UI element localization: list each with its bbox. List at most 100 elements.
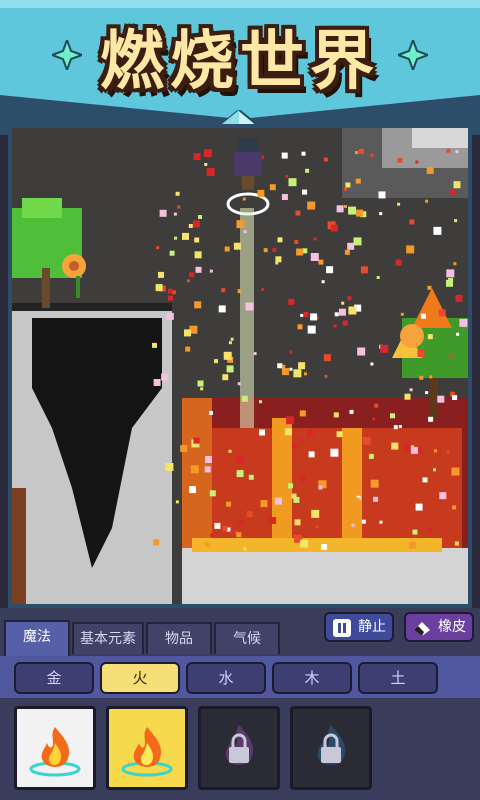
particle-pixel <box>209 269 213 273</box>
particle-pixel <box>342 320 348 326</box>
particle-pixel <box>404 393 411 400</box>
particle-pixel <box>224 246 230 252</box>
element-earth-button[interactable]: 土 <box>358 662 438 694</box>
particle-pixel <box>180 445 188 453</box>
particle-pixel <box>362 436 371 445</box>
particle-pixel <box>455 294 463 302</box>
particle-pixel <box>253 352 257 356</box>
sparkle-icon <box>52 40 82 70</box>
particle-pixel <box>261 288 264 291</box>
particle-pixel <box>194 301 202 309</box>
particle-pixel <box>222 525 228 531</box>
particle-pixel <box>333 412 339 418</box>
particle-pixel <box>228 341 232 345</box>
particle-pixel <box>159 209 167 217</box>
particle-pixel <box>330 448 339 457</box>
particle-pixel <box>190 465 199 474</box>
particle-pixel <box>446 279 453 287</box>
element-wood-button[interactable]: 木 <box>272 662 352 694</box>
particle-pixel <box>380 344 389 353</box>
particle-pixel <box>305 168 310 173</box>
particle-pixel <box>158 271 164 278</box>
particle-pixel <box>214 359 218 364</box>
item-card-fire-1[interactable] <box>14 706 96 790</box>
particle-pixel <box>293 369 302 378</box>
particle-pixel <box>417 350 425 357</box>
particle-pixel <box>301 151 306 156</box>
particle-pixel <box>427 334 433 340</box>
particle-pixel <box>402 443 411 452</box>
particle-pixel <box>200 387 204 391</box>
particle-pixel <box>285 174 289 178</box>
tab-basic-elements[interactable]: 基本元素 <box>72 622 144 654</box>
particle-pixel <box>289 350 293 354</box>
particle-pixel <box>425 199 429 203</box>
particle-pixel <box>263 248 268 253</box>
particle-pixel <box>188 224 193 228</box>
particle-pixel <box>426 166 434 174</box>
particle-pixel <box>433 468 436 472</box>
particle-pixel <box>321 544 327 550</box>
pause-button[interactable]: 静止 <box>324 612 394 642</box>
particle-pixel <box>353 237 362 246</box>
particle-pixel <box>237 520 244 527</box>
particle-pixel <box>260 500 268 508</box>
particle-pixel <box>420 313 426 319</box>
particle-pixel <box>223 351 232 360</box>
particle-pixel <box>425 391 429 395</box>
rock-cliff <box>12 303 172 604</box>
particle-pixel <box>275 256 282 263</box>
particle-pixel <box>209 490 216 497</box>
particle-pixel <box>288 178 297 187</box>
particle-pixel <box>393 425 398 430</box>
item-card-locked-2[interactable] <box>290 706 372 790</box>
particle-pixel <box>245 302 254 311</box>
particle-pixel <box>246 511 253 518</box>
particle-pixel <box>294 240 299 244</box>
particle-pixel <box>184 329 191 337</box>
particle-pixel <box>236 470 244 478</box>
fire-magic-icon <box>29 727 81 777</box>
particle-pixel <box>197 380 204 387</box>
particle-pixel <box>400 312 404 316</box>
particle-pixel <box>222 374 229 381</box>
particle-pixel <box>299 438 304 442</box>
particle-pixel <box>348 306 357 315</box>
particle-pixel <box>269 517 277 524</box>
pause-label: 静止 <box>358 619 386 635</box>
particle-pixel <box>323 157 328 162</box>
particle-pixel <box>370 479 379 488</box>
particle-pixel <box>298 362 306 370</box>
particle-pixel <box>175 500 179 504</box>
particle-pixel <box>345 182 351 188</box>
tab-items[interactable]: 物品 <box>146 622 212 654</box>
particle-pixel <box>237 289 242 294</box>
particle-pixel <box>307 325 316 334</box>
particle-pixel <box>336 431 343 438</box>
particle-pixel <box>166 312 174 320</box>
tab-climate[interactable]: 气候 <box>214 622 280 654</box>
particle-pixel <box>438 309 446 317</box>
particle-pixel <box>333 324 337 328</box>
tab-magic[interactable]: 魔法 <box>4 620 70 656</box>
element-metal-button[interactable]: 金 <box>14 662 94 694</box>
particle-pixel <box>310 313 318 321</box>
pixel-scene <box>12 128 468 604</box>
particle-pixel <box>242 197 246 201</box>
particle-pixel <box>419 375 424 380</box>
item-card-locked-1[interactable] <box>198 706 280 790</box>
particle-pixel <box>259 429 265 436</box>
element-fire-button[interactable]: 火 <box>100 662 180 694</box>
particle-pixel <box>291 493 297 499</box>
particle-pixel <box>308 451 315 458</box>
item-card-fire-2[interactable] <box>106 706 188 790</box>
eraser-button[interactable]: 橡皮 <box>404 612 474 642</box>
particle-pixel <box>446 148 451 153</box>
particle-pixel <box>300 539 309 548</box>
particle-pixel <box>347 296 352 301</box>
particle-pixel <box>410 446 418 454</box>
particle-pixel <box>355 497 360 502</box>
particle-pixel <box>173 212 177 216</box>
element-water-button[interactable]: 水 <box>186 662 266 694</box>
sandbox-canvas[interactable] <box>8 124 472 608</box>
